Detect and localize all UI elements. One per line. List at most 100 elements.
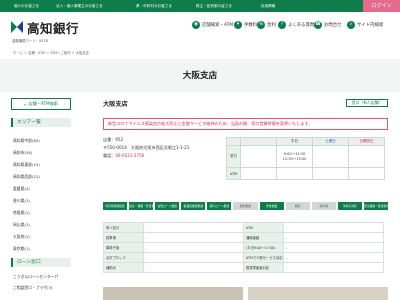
facility-value: - [143,222,244,233]
bank-logo-icon[interactable] [9,19,25,35]
phone-label: 電話： [103,153,116,158]
yen-icon: ¥ [234,21,242,29]
service-badge: 事業性融資相談 [181,202,206,210]
hours-row-label: ATM [226,167,241,180]
service-badge: 投信・保険・外貨預金 [129,202,154,210]
loan-item[interactable]: こうぎんローンセンター介 [13,274,58,280]
facility-label: 通帳繰越 [243,232,284,243]
bank-code: 金融機関コード：0578 [12,39,48,43]
hours-saturday-cell [312,145,349,168]
service-badge: 住宅ローン相談 [155,202,180,210]
store-number-label: 店番： [103,137,116,142]
header-link-label: 店舗検索・ATM [202,23,234,28]
facility-label: 点字ブロック [103,252,144,263]
facility-value: - [283,262,384,273]
loan-item[interactable]: ご相談窓口・プラザ(3) [13,285,53,291]
phone-number[interactable]: 06-6531-2756 [115,153,144,158]
hours-row-label: 窓口 [226,145,241,168]
search-icon: ⌕ [23,101,27,107]
service-badge: 相続 [285,202,310,210]
bank-name[interactable]: 高知銀行 [27,18,79,37]
phone-icon: ☎ [314,21,322,29]
login-label: ログイン [371,3,392,9]
facility-label: 視覚障害者対応 [243,262,284,273]
login-button[interactable]: ログイン [363,0,400,12]
area-item[interactable]: 岡山県(1) [13,222,30,228]
search-icon: ⌕ [347,21,355,29]
service-badges: 外貨両替取扱店投信・保険・外貨預金住宅ローン相談事業性融資相談個人ローン相談相続… [103,202,389,210]
area-item[interactable]: 高知県中部(83) [13,138,40,144]
facility-value: - [143,252,244,263]
store-number-value: 952 [115,137,124,142]
header-link-label: 金利 [267,23,276,28]
facility-value: - [143,232,244,243]
area-item[interactable]: 愛媛県(4) [13,186,30,192]
hours-header-weekday: 平日 [276,137,313,146]
facility-label: 有人窓口 [103,222,144,233]
facility-value: - [283,252,384,263]
service-badge: 安全補助・障害者対応(一部あり) [363,202,389,210]
area-item[interactable]: 高知市(54) [13,150,32,156]
branch-phone: 電話：06-6531-2756 [103,153,144,159]
facility-value: - [143,242,244,253]
topnav-investors[interactable]: 株主・投資家の皆さま [196,0,232,12]
facility-label: ATM [243,222,284,233]
topnav-personal[interactable]: 個人のお客さま [14,0,39,12]
map-pin-icon: ◉ [192,21,200,29]
branch-name: 大阪支店 [103,101,128,108]
page-title: 大阪支店 [182,71,218,81]
hours-saturday-cell [312,167,349,180]
hours-weekday-cell [276,167,313,180]
store-number: 店番：952 [103,137,123,143]
facility-value: - [283,242,384,253]
branch-type-badge: 窓口（有人店舗） [346,99,388,107]
header-link-site-search[interactable]: ⌕ サイト内検索 [347,20,383,30]
topnav-municipal[interactable]: 県・市町村のお客さま [136,0,172,12]
header-link-contact[interactable]: ☎ お問合せ [314,20,342,30]
facilities-table: 有人窓口 - ATM - 駐車場 - 通帳繰越 - 車椅子用 - (平日9:00～17:00) -… [103,222,384,273]
hours-header-blank-2 [240,137,277,146]
hours-sunday-cell [348,167,385,180]
header-link-faq[interactable]: ? よくある質問 [278,20,314,30]
hours-header-sunday: 日曜祝日 [348,137,385,146]
area-item[interactable]: 高知県西部(21) [13,174,40,180]
header-link-branch-search[interactable]: ◉ 店舗検索・ATM [192,20,233,30]
header-link-label: お問合せ [324,23,342,28]
facility-value: - [143,262,244,273]
hours-sunday-cell [348,145,385,168]
facility-label: ATMで介助サービス対応 [243,252,284,263]
branch-photo [103,287,243,300]
service-badge: 駐車場 [311,202,336,210]
loan-desk-heading: ローン窓口 [11,258,71,267]
header-link-label: よくある質問 [288,23,315,28]
hours-cell [240,167,277,180]
hours-header-blank [226,137,241,146]
facility-label: 車椅子用 [103,242,144,253]
area-list-heading: エリア一覧 [11,118,71,127]
topnav-corporate[interactable]: 法人・個人事業主のお客さま [56,0,103,12]
search-button-label: 店舗・ATM検索 [28,101,58,106]
percent-icon: % [257,21,265,29]
area-item[interactable]: 大阪府(1) [13,234,30,240]
area-item[interactable]: 東京都(1) [13,246,30,252]
area-item[interactable]: 香川県(1) [13,198,30,204]
covid-notice[interactable]: 新型コロナウイルス感染症の拡大防止と金融サービス維持のため、当面の間、窓口営業時… [103,118,388,130]
header-link-label: 手数料 [244,23,258,28]
branch-atm-search-button[interactable]: ⌕ 店舗・ATM検索 [11,98,71,110]
service-badge: 相続相談 [233,202,258,210]
header-link-label: サイト内検索 [357,23,384,28]
header-link-fees[interactable]: ¥ 手数料 [234,20,257,30]
branch-address: 〒550-0014 大阪府大阪市西区北堀江1-1-21 [103,145,190,150]
branch-photo [248,287,388,300]
header-link-rates[interactable]: % 金利 [257,20,276,30]
service-badge: 外貨両替取扱店 [103,202,128,210]
question-icon: ? [278,21,286,29]
facility-label: 駐車場 [103,232,144,243]
area-item[interactable]: 徳島県(1) [13,210,30,216]
service-badge: 年金相談 [259,202,284,210]
topnav-recruit[interactable]: 採用情報 [261,0,275,12]
area-item[interactable]: 高知県東部(15) [13,162,40,168]
business-hours-table: 平日 土曜日 日曜祝日 窓口 9:00～11:30 12:30～15:00 AT… [226,137,385,180]
breadcrumb[interactable]: ホーム ＞ 店舗・ATM ＞ ATM＜ご案内 ＞ 大阪支店 [13,50,89,55]
service-badge: 車椅子対応 [337,202,362,210]
